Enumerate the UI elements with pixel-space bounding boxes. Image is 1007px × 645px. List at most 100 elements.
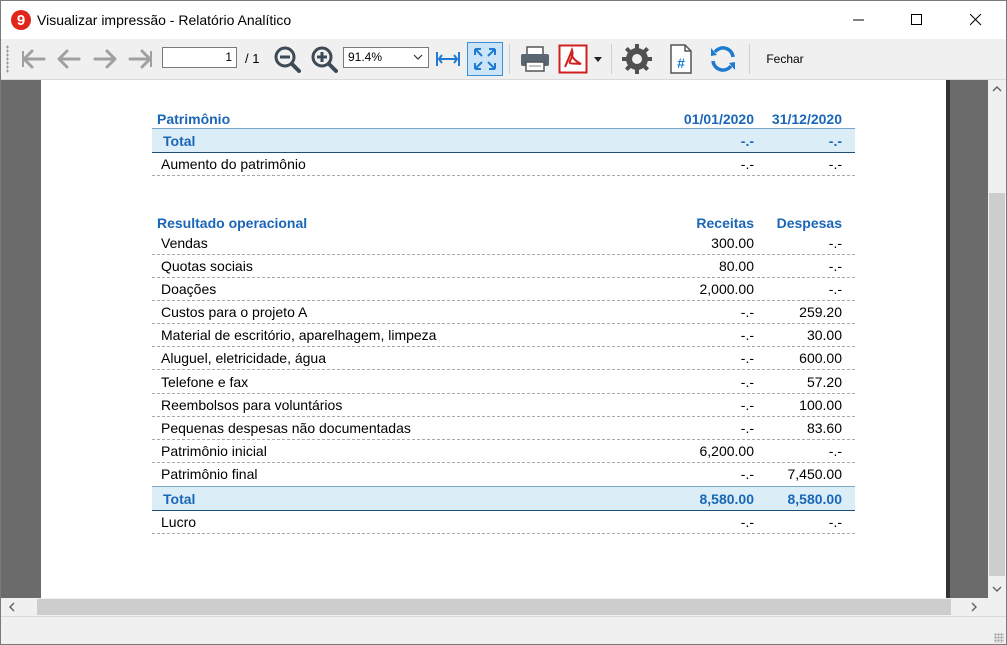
scroll-up-button[interactable]: [988, 80, 1006, 98]
row-label: Aluguel, eletricidade, água: [161, 350, 327, 366]
row-value: 6,200.00: [699, 443, 755, 459]
section-title: Patrimônio: [157, 111, 231, 127]
settings-button[interactable]: [618, 42, 656, 76]
print-button[interactable]: [516, 42, 554, 76]
zoom-in-button[interactable]: [307, 42, 341, 76]
table-row: Patrimônio inicial 6,200.00 -.-: [152, 439, 855, 463]
resultado-total-row: Total 8,580.00 8,580.00: [152, 486, 855, 511]
row-value: 600.00: [799, 350, 842, 366]
close-icon: [970, 14, 982, 26]
scroll-down-button[interactable]: [988, 580, 1006, 598]
maximize-button[interactable]: [894, 1, 940, 39]
app-logo-icon: 9: [11, 10, 31, 30]
fit-width-icon: [436, 52, 460, 66]
export-pdf-button[interactable]: [556, 42, 590, 76]
table-row: Custos para o projeto A -.- 259.20: [152, 300, 855, 324]
toolbar-grip[interactable]: [6, 45, 9, 73]
minimize-button[interactable]: [836, 1, 882, 39]
row-label: Vendas: [161, 235, 208, 251]
chevron-left-icon: [9, 602, 15, 612]
table-row: Aumento do patrimônio -.- -.-: [152, 152, 855, 176]
section-title: Resultado operacional: [157, 215, 308, 231]
row-value: 30.00: [806, 327, 842, 343]
arrow-left-icon: [57, 49, 81, 69]
row-value: -.-: [740, 420, 754, 436]
row-value: -.-: [828, 514, 842, 530]
first-page-button[interactable]: [17, 42, 49, 76]
row-label: Aumento do patrimônio: [161, 156, 306, 172]
report-page: Patrimônio 01/01/2020 31/12/2020 Total -…: [41, 80, 946, 598]
maximize-icon: [911, 14, 922, 25]
row-value: -.-: [828, 281, 842, 297]
preview-viewport: Patrimônio 01/01/2020 31/12/2020 Total -…: [1, 80, 988, 598]
row-label: Doações: [161, 281, 217, 297]
row-value: -.-: [740, 374, 754, 390]
table-row: Aluguel, eletricidade, água -.- 600.00: [152, 346, 855, 370]
chevron-down-icon: [992, 586, 1002, 592]
row-value: 2,000.00: [699, 281, 755, 297]
row-label: Patrimônio inicial: [161, 443, 267, 459]
toolbar-separator: [749, 44, 750, 74]
vertical-scroll-thumb[interactable]: [989, 193, 1005, 576]
next-page-button[interactable]: [89, 42, 121, 76]
patrimonio-total-row: Total -.- -.-: [152, 128, 855, 153]
row-label: Reembolsos para voluntários: [161, 397, 343, 413]
row-value: -.-: [740, 304, 754, 320]
window-title: Visualizar impressão - Relatório Analíti…: [37, 12, 292, 28]
scrollbar-corner: [988, 598, 1006, 616]
table-row: Quotas sociais 80.00 -.-: [152, 254, 855, 278]
page-number-icon: #: [670, 44, 692, 74]
row-label: Quotas sociais: [161, 258, 253, 274]
table-row: Vendas 300.00 -.-: [152, 231, 855, 255]
zoom-value: 91.4%: [348, 50, 383, 64]
zoom-select[interactable]: 91.4%: [343, 47, 429, 68]
row-label: Material de escritório, aparelhagem, lim…: [161, 327, 437, 343]
zoom-out-button[interactable]: [270, 42, 304, 76]
row-value: -.-: [740, 397, 754, 413]
last-page-button[interactable]: [125, 42, 157, 76]
fit-width-button[interactable]: [433, 42, 463, 76]
refresh-button[interactable]: [704, 42, 742, 76]
row-value: 57.20: [806, 374, 842, 390]
page-numbering-button[interactable]: #: [663, 42, 699, 76]
scroll-right-button[interactable]: [965, 598, 983, 616]
previous-page-button[interactable]: [53, 42, 85, 76]
row-label: Pequenas despesas não documentadas: [161, 420, 411, 436]
table-row: Material de escritório, aparelhagem, lim…: [152, 323, 855, 347]
status-bar: [1, 616, 1006, 644]
chevron-right-icon: [971, 602, 977, 612]
toolbar-separator: [611, 44, 612, 74]
horizontal-scroll-thumb[interactable]: [37, 599, 951, 615]
table-row: Doações 2,000.00 -.-: [152, 277, 855, 301]
zoom-out-icon: [274, 46, 301, 73]
column-header: 01/01/2020: [683, 111, 754, 127]
page-number-input[interactable]: 1: [162, 47, 237, 68]
table-row: Reembolsos para voluntários -.- 100.00: [152, 393, 855, 417]
vertical-scrollbar[interactable]: [988, 80, 1006, 598]
caret-down-icon: [594, 57, 602, 62]
row-label: Custos para o projeto A: [161, 304, 308, 320]
row-value: -.-: [740, 350, 754, 366]
table-row: Telefone e fax -.- 57.20: [152, 370, 855, 394]
row-value: -.-: [828, 235, 842, 251]
row-value: 259.20: [799, 304, 842, 320]
total-value: 8,580.00: [787, 491, 843, 507]
export-dropdown-button[interactable]: [591, 42, 605, 76]
horizontal-scrollbar[interactable]: [1, 598, 988, 616]
total-value: -.-: [740, 133, 754, 149]
printer-icon: [521, 46, 549, 72]
resize-grip[interactable]: [994, 633, 1004, 643]
close-window-button[interactable]: [953, 1, 999, 39]
row-label: Telefone e fax: [161, 374, 249, 390]
total-label: Total: [163, 491, 196, 507]
column-header: Receitas: [696, 215, 754, 231]
arrow-right-icon: [93, 49, 117, 69]
fit-page-button[interactable]: [467, 42, 503, 76]
close-preview-button[interactable]: Fechar: [753, 42, 817, 76]
fit-page-icon: [474, 48, 496, 70]
last-page-icon: [128, 49, 152, 69]
zoom-in-icon: [311, 46, 338, 73]
scroll-left-button[interactable]: [3, 598, 21, 616]
toolbar-separator: [509, 44, 510, 74]
page-total-label: / 1: [245, 51, 260, 66]
